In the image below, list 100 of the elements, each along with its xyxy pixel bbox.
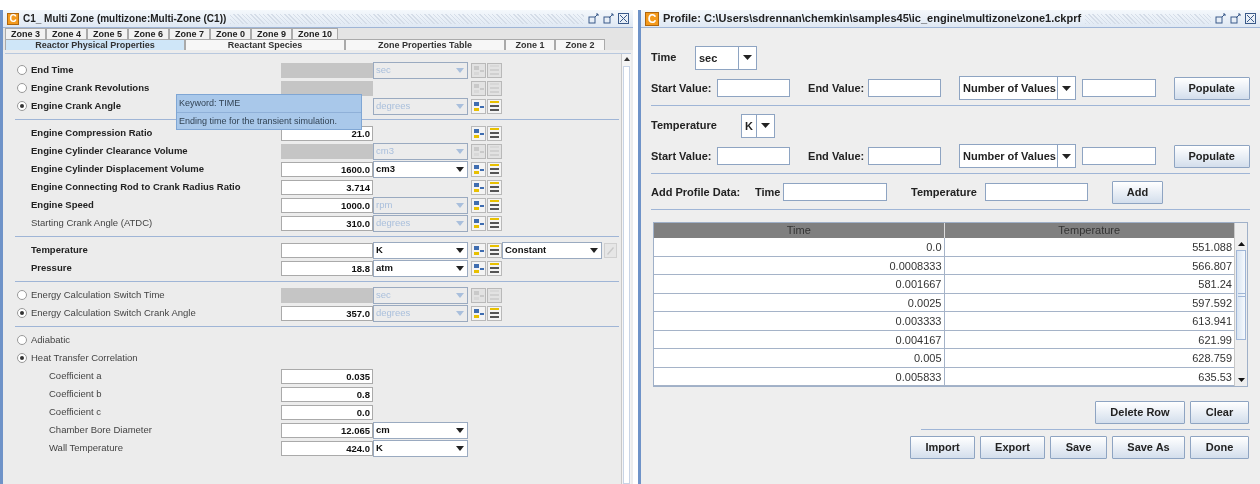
radio-button[interactable]: [17, 335, 27, 345]
radio-button[interactable]: [17, 290, 27, 300]
table-icon[interactable]: [471, 215, 486, 231]
input-field[interactable]: 310.0: [281, 215, 373, 231]
button[interactable]: Done: [1190, 436, 1249, 459]
window-title: C1_ Multi Zone (multizone:Multi-Zone (C1)): [23, 12, 227, 26]
dropdown[interactable]: Constant: [502, 241, 602, 259]
caret-icon[interactable]: [456, 427, 464, 433]
caret-icon[interactable]: [590, 247, 598, 253]
dropdown[interactable]: K: [373, 241, 468, 259]
input-field[interactable]: [716, 147, 791, 165]
button[interactable]: Import: [910, 436, 975, 459]
radio-button[interactable]: [17, 353, 27, 363]
dropdown[interactable]: sec: [695, 45, 757, 70]
button[interactable]: Populate: [1173, 76, 1250, 100]
table-icon[interactable]: [471, 197, 486, 213]
tab[interactable]: Zone 1: [505, 39, 555, 50]
scrollbar[interactable]: [1234, 223, 1247, 386]
button[interactable]: Add: [1112, 180, 1163, 204]
input-field[interactable]: 0.0: [281, 404, 373, 420]
radio-button[interactable]: [17, 65, 27, 75]
input-field[interactable]: [867, 147, 942, 165]
restore-icon[interactable]: [1215, 13, 1226, 24]
table-cell-text: 0.005833: [894, 369, 943, 385]
caret-icon[interactable]: [456, 166, 464, 172]
dropdown[interactable]: cm: [373, 421, 468, 439]
input-field[interactable]: [867, 79, 942, 97]
table-icon[interactable]: [471, 305, 486, 321]
dropdown[interactable]: atm: [373, 259, 468, 277]
input-field[interactable]: [783, 183, 887, 201]
table-icon[interactable]: [471, 161, 486, 177]
button[interactable]: Save: [1050, 436, 1107, 459]
button[interactable]: Save As: [1112, 436, 1185, 459]
input-field[interactable]: 357.0: [281, 305, 373, 321]
close-icon[interactable]: [618, 13, 629, 24]
grid-icon[interactable]: [487, 197, 502, 213]
grid-icon[interactable]: [487, 161, 502, 177]
button[interactable]: Populate: [1173, 144, 1250, 168]
caret-icon[interactable]: [1062, 85, 1072, 91]
input-field[interactable]: [716, 79, 791, 97]
field-label: Temperature: [651, 118, 718, 134]
maximize-icon[interactable]: [603, 13, 614, 24]
grid-icon[interactable]: [487, 125, 502, 141]
input-field[interactable]: [281, 242, 373, 258]
button[interactable]: Delete Row: [1095, 401, 1185, 424]
input-field[interactable]: 0.8: [281, 386, 373, 402]
input-field[interactable]: [1082, 147, 1156, 165]
dropdown[interactable]: Number of Values: [959, 144, 1077, 168]
tab[interactable]: Zone 2: [555, 39, 605, 50]
button[interactable]: Export: [980, 436, 1045, 459]
dropdown[interactable]: K: [373, 439, 468, 457]
grid-icon[interactable]: [487, 215, 502, 231]
table-icon[interactable]: [471, 242, 486, 258]
table-cell-text: 0.003333: [894, 314, 943, 329]
table-icon[interactable]: [471, 260, 486, 276]
grid-icon[interactable]: [487, 98, 502, 114]
input-field[interactable]: 12.065: [281, 422, 373, 438]
tab[interactable]: Reactant Species: [185, 39, 345, 50]
close-icon[interactable]: [1245, 13, 1256, 24]
input-field[interactable]: 3.714: [281, 179, 373, 195]
field-label: Energy Calculation Switch Time: [31, 287, 165, 302]
radio-button[interactable]: [17, 101, 27, 111]
input-field[interactable]: 0.035: [281, 368, 373, 384]
field-label: End Time: [31, 62, 74, 77]
grid-icon[interactable]: [487, 260, 502, 276]
input-field[interactable]: 18.8: [281, 260, 373, 276]
tooltip-text: Ending time for the transient simulation.: [177, 112, 361, 129]
caret-icon[interactable]: [456, 265, 464, 271]
grid-icon[interactable]: [487, 305, 502, 321]
radio-button[interactable]: [17, 308, 27, 318]
caret-icon[interactable]: [743, 55, 752, 60]
input-field[interactable]: [1082, 79, 1156, 97]
caret-icon[interactable]: [456, 247, 464, 253]
input-field[interactable]: [985, 183, 1088, 201]
field-label: Engine Crank Revolutions: [31, 80, 150, 95]
dropdown[interactable]: Number of Values: [959, 76, 1077, 100]
radio-button[interactable]: [17, 83, 27, 93]
scroll-thumb[interactable]: [1236, 250, 1246, 340]
grid-icon[interactable]: [487, 179, 502, 195]
grid-icon[interactable]: [487, 242, 502, 258]
field-label: Chamber Bore Diameter: [49, 422, 152, 437]
table-icon[interactable]: [471, 179, 486, 195]
tab[interactable]: Reactor Physical Properties: [5, 39, 185, 50]
dropdown[interactable]: cm3: [373, 160, 468, 178]
table-icon[interactable]: [471, 125, 486, 141]
input-field[interactable]: 1000.0: [281, 197, 373, 213]
input-field[interactable]: 424.0: [281, 440, 373, 456]
input-field[interactable]: 1600.0: [281, 161, 373, 177]
field-label: Engine Speed: [31, 197, 94, 212]
maximize-icon[interactable]: [1230, 13, 1241, 24]
scrollbar[interactable]: [621, 54, 631, 484]
tab[interactable]: Zone Properties Table: [345, 39, 505, 50]
dropdown[interactable]: K: [741, 113, 775, 138]
table-icon[interactable]: [471, 98, 486, 114]
field-label: End Value:: [808, 80, 866, 96]
caret-icon[interactable]: [761, 123, 770, 128]
caret-icon[interactable]: [456, 445, 464, 451]
restore-icon[interactable]: [588, 13, 599, 24]
caret-icon[interactable]: [1062, 153, 1072, 159]
button[interactable]: Clear: [1190, 401, 1249, 424]
